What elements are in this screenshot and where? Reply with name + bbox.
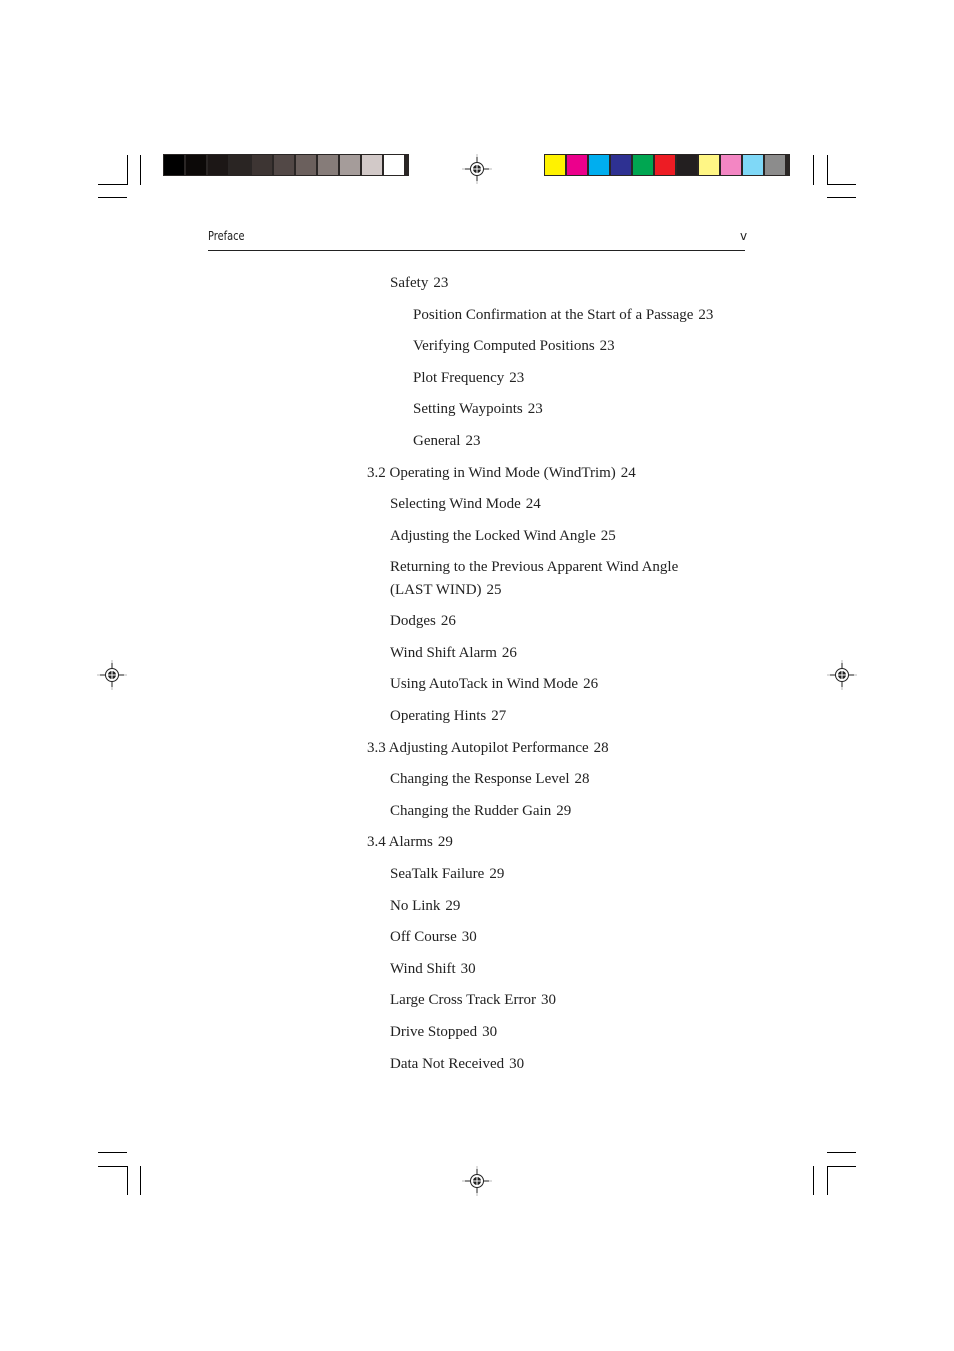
toc-entry-page: 29 <box>489 866 505 882</box>
toc-entry-title: Setting Waypoints <box>413 401 523 417</box>
toc-entry-page: 26 <box>583 676 599 692</box>
toc-entry-title: Adjusting the Locked Wind Angle <box>390 528 596 544</box>
toc-entry-page: 24 <box>620 465 636 481</box>
registration-mark-icon <box>462 154 492 184</box>
toc-entry-title: General <box>413 433 461 449</box>
color-swatch <box>633 155 653 175</box>
crop-mark <box>98 197 127 198</box>
toc-entry-title: Plot Frequency <box>413 370 505 386</box>
toc-entry-page: 29 <box>556 803 572 819</box>
toc-entry-page: 24 <box>525 496 541 512</box>
grayscale-swatch <box>230 155 250 175</box>
toc-entry-title: Using AutoTack in Wind Mode <box>390 676 579 692</box>
toc-entry-title-line: Returning to the Previous Apparent Wind … <box>390 559 679 575</box>
toc-entry-page: 29 <box>437 834 453 850</box>
toc-entry-title: 3.2 Operating in Wind Mode (WindTrim) <box>367 465 616 481</box>
toc-entry-title: Large Cross Track Error <box>390 992 536 1008</box>
toc-entry-title: SeaTalk Failure <box>390 866 485 882</box>
grayscale-swatch <box>296 155 316 175</box>
toc-entry-title: Dodges <box>390 613 436 629</box>
toc-entry-page: 30 <box>482 1024 498 1040</box>
color-swatch <box>743 155 763 175</box>
toc-entry-title: 3.3 Adjusting Autopilot Performance <box>367 740 589 756</box>
crop-mark <box>127 155 128 185</box>
toc-entry-title: Wind Shift Alarm <box>390 645 497 661</box>
color-swatch <box>567 155 587 175</box>
grayscale-swatch <box>208 155 228 175</box>
toc-entry-page: 30 <box>509 1056 525 1072</box>
toc-entry-page: 23 <box>465 433 481 449</box>
toc-entry-page: 23 <box>527 401 543 417</box>
toc-entry-page: 25 <box>600 528 616 544</box>
color-swatch <box>677 155 697 175</box>
toc-entry-page: 29 <box>445 898 461 914</box>
crop-mark <box>813 155 814 185</box>
crop-mark <box>140 155 141 185</box>
running-header-page-number: v <box>740 229 748 243</box>
toc-entry-title: Changing the Rudder Gain <box>390 803 552 819</box>
crop-mark <box>98 1166 127 1167</box>
color-swatch <box>765 155 785 175</box>
crop-mark <box>98 184 127 185</box>
color-swatch <box>655 155 675 175</box>
color-swatch <box>611 155 631 175</box>
registration-mark-icon <box>462 1166 492 1196</box>
grayscale-swatch <box>318 155 338 175</box>
toc-entry-title: Operating Hints <box>390 708 487 724</box>
toc-entry-page: 30 <box>460 961 476 977</box>
crop-mark <box>827 197 856 198</box>
grayscale-swatch <box>274 155 294 175</box>
toc-entry-title: Data Not Received <box>390 1056 505 1072</box>
toc-entry-page: 23 <box>509 370 525 386</box>
color-swatch <box>545 155 565 175</box>
toc-entry-page: 23 <box>433 275 449 291</box>
toc-entry-page: 30 <box>540 992 556 1008</box>
toc-entry-title: Drive Stopped <box>390 1024 478 1040</box>
toc-entry-title: Off Course <box>390 929 457 945</box>
toc-entry-page: 28 <box>574 771 590 787</box>
crop-mark <box>827 184 856 185</box>
toc-entry-page: 25 <box>486 582 502 598</box>
grayscale-swatch <box>186 155 206 175</box>
grayscale-swatch <box>362 155 382 175</box>
toc-entry-title: Selecting Wind Mode <box>390 496 521 512</box>
color-swatch <box>721 155 741 175</box>
grayscale-swatch <box>340 155 360 175</box>
registration-mark-icon <box>827 660 857 690</box>
color-swatch <box>699 155 719 175</box>
grayscale-swatch <box>384 155 404 175</box>
toc-entry-title: Safety <box>390 275 429 291</box>
crop-mark <box>127 1166 128 1195</box>
toc-entry-title: Position Confirmation at the Start of a … <box>413 307 694 323</box>
grayscale-swatch <box>252 155 272 175</box>
toc-entry-page: 23 <box>599 338 615 354</box>
header-rule <box>208 250 745 251</box>
toc-entry-page: 30 <box>461 929 477 945</box>
toc-entry-title: (LAST WIND) <box>390 582 482 598</box>
registration-mark-icon <box>97 660 127 690</box>
toc-entry-title: Changing the Response Level <box>390 771 570 787</box>
crop-mark <box>98 1152 127 1153</box>
grayscale-swatch <box>164 155 184 175</box>
toc-entry-page: 23 <box>698 307 714 323</box>
toc-entry-page: 27 <box>491 708 507 724</box>
toc-entry-page: 26 <box>440 613 456 629</box>
toc-entry-title: No Link <box>390 898 441 914</box>
process-color-bar <box>544 154 790 176</box>
crop-mark <box>827 1166 828 1195</box>
crop-mark <box>827 1152 856 1153</box>
toc-entry-title: Verifying Computed Positions <box>413 338 595 354</box>
running-header-section: Preface <box>208 229 245 243</box>
crop-mark <box>827 1166 856 1167</box>
grayscale-color-bar <box>163 154 409 176</box>
crop-mark <box>827 155 828 185</box>
crop-mark <box>140 1166 141 1195</box>
toc-entry-title: Wind Shift <box>390 961 456 977</box>
color-swatch <box>589 155 609 175</box>
toc-entry-title: 3.4 Alarms <box>367 834 433 850</box>
toc-entry-page: 26 <box>501 645 517 661</box>
toc-entry-page: 28 <box>593 740 609 756</box>
crop-mark <box>813 1166 814 1195</box>
